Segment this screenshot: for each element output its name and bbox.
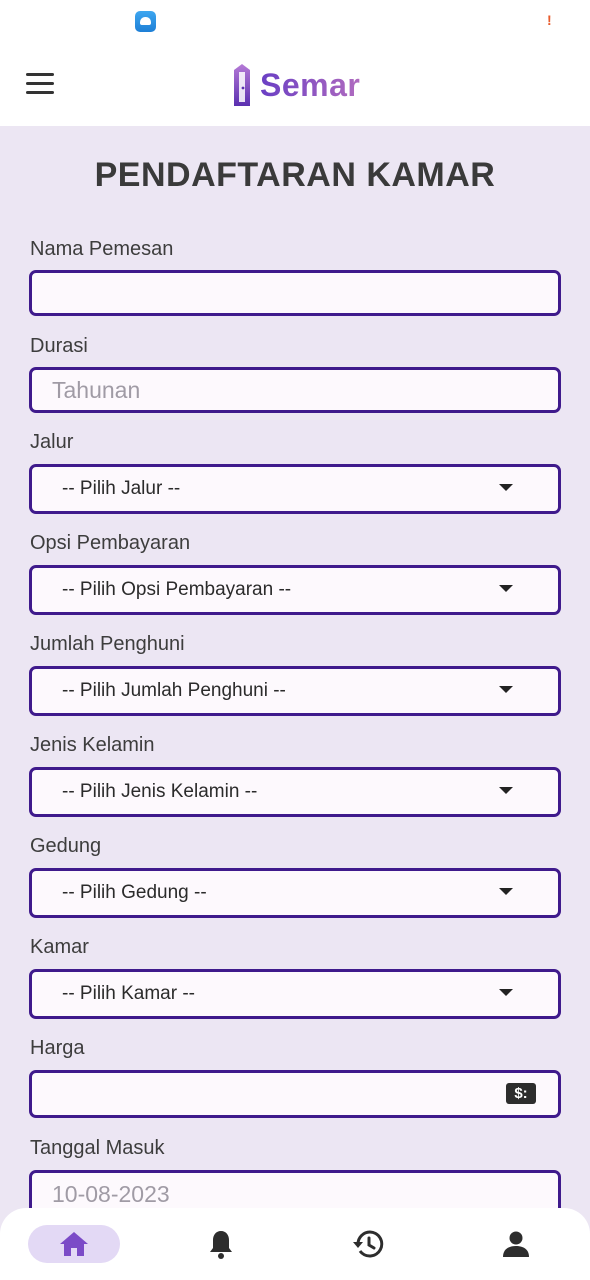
nama-pemesan-label: Nama Pemesan — [30, 238, 174, 260]
door-logo-icon — [234, 64, 250, 106]
page-title: PENDAFTARAN KAMAR — [94, 156, 496, 194]
bottom-navigation — [0, 1208, 590, 1280]
jalur-select[interactable]: -- Pilih Jalur -- — [29, 464, 561, 514]
bell-icon — [210, 1231, 232, 1259]
nav-history[interactable] — [322, 1225, 414, 1263]
opsi-pembayaran-label: Opsi Pembayaran — [30, 532, 191, 554]
jenis-kelamin-selected: -- Pilih Jenis Kelamin -- — [62, 781, 258, 802]
jenis-kelamin-label: Jenis Kelamin — [30, 734, 155, 756]
home-icon — [60, 1232, 88, 1256]
main-content: PENDAFTARAN KAMAR Nama Pemesan Durasi Ta… — [0, 126, 590, 1280]
chevron-down-icon — [499, 686, 513, 693]
harga-input[interactable]: $: — [29, 1070, 561, 1118]
history-icon — [353, 1230, 384, 1258]
chevron-down-icon — [499, 989, 513, 996]
opsi-pembayaran-selected: -- Pilih Opsi Pembayaran -- — [62, 579, 292, 600]
jalur-selected: -- Pilih Jalur -- — [62, 478, 181, 499]
app-name: Semar — [260, 66, 361, 103]
harga-value — [32, 1073, 558, 1115]
gedung-selected: -- Pilih Gedung -- — [62, 882, 207, 903]
harga-label: Harga — [30, 1037, 85, 1059]
hamburger-menu-icon[interactable] — [26, 73, 54, 95]
jumlah-penghuni-selected: -- Pilih Jumlah Penghuni -- — [62, 680, 286, 701]
durasi-label: Durasi — [30, 335, 88, 357]
nama-pemesan-input[interactable] — [29, 270, 561, 316]
nama-pemesan-value — [32, 273, 558, 313]
kamar-label: Kamar — [30, 936, 89, 958]
app-bar: Semar — [0, 44, 590, 126]
nav-profile[interactable] — [470, 1225, 562, 1263]
money-icon: $: — [506, 1083, 536, 1104]
gedung-select[interactable]: -- Pilih Gedung -- — [29, 868, 561, 918]
profile-icon — [503, 1231, 529, 1257]
jumlah-penghuni-label: Jumlah Penghuni — [30, 633, 185, 655]
jalur-label: Jalur — [30, 431, 74, 453]
status-bar: ! — [0, 0, 590, 44]
alert-indicator: ! — [547, 12, 552, 28]
jumlah-penghuni-select[interactable]: -- Pilih Jumlah Penghuni -- — [29, 666, 561, 716]
jenis-kelamin-select[interactable]: -- Pilih Jenis Kelamin -- — [29, 767, 561, 817]
gedung-label: Gedung — [30, 835, 102, 857]
chevron-down-icon — [499, 484, 513, 491]
app-logo: Semar — [230, 60, 360, 110]
durasi-input[interactable]: Tahunan — [29, 367, 561, 413]
durasi-placeholder: Tahunan — [52, 376, 141, 403]
chevron-down-icon — [499, 585, 513, 592]
nav-home[interactable] — [28, 1225, 120, 1263]
chevron-down-icon — [499, 787, 513, 794]
cloud-upload-icon — [135, 11, 156, 32]
kamar-select[interactable]: -- Pilih Kamar -- — [29, 969, 561, 1019]
tanggal-masuk-label: Tanggal Masuk — [30, 1137, 165, 1159]
opsi-pembayaran-select[interactable]: -- Pilih Opsi Pembayaran -- — [29, 565, 561, 615]
nav-notifications[interactable] — [175, 1225, 267, 1263]
chevron-down-icon — [499, 888, 513, 895]
kamar-selected: -- Pilih Kamar -- — [62, 983, 196, 1004]
